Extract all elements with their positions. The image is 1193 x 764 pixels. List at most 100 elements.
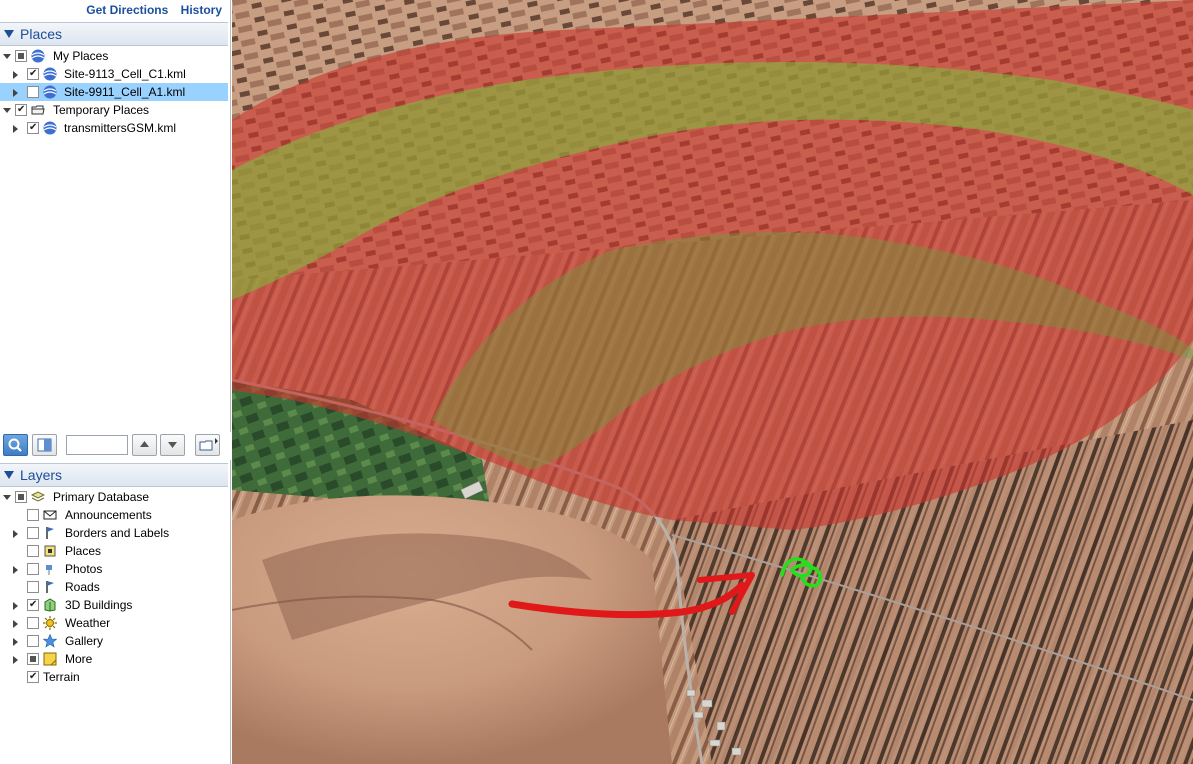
database-icon	[31, 491, 45, 502]
kml-layer-icon	[43, 67, 57, 81]
expand-arrow-icon[interactable]	[13, 89, 18, 97]
more-checkbox[interactable]	[27, 653, 39, 665]
layers-panel-header[interactable]: Layers	[0, 463, 228, 487]
folder-menu-button[interactable]	[195, 434, 220, 456]
layer-announcements[interactable]: Announcements	[0, 506, 228, 524]
expand-arrow-icon[interactable]	[13, 566, 18, 574]
sidebar: Get Directions History Places My Places	[0, 0, 231, 764]
building-icon	[44, 598, 56, 612]
places-layer-checkbox[interactable]	[27, 545, 39, 557]
tree-item-label: My Places	[53, 49, 109, 63]
expand-arrow-icon[interactable]	[13, 125, 18, 133]
layer-label: Terrain	[43, 670, 80, 684]
layer-roads[interactable]: Roads	[0, 578, 228, 596]
announcements-checkbox[interactable]	[27, 509, 39, 521]
google-earth-window: Get Directions History Places My Places	[0, 0, 1193, 764]
roads-checkbox[interactable]	[27, 581, 39, 593]
arrow-down-icon	[168, 442, 177, 448]
envelope-icon	[43, 510, 57, 520]
more-icon	[43, 652, 57, 666]
site-9113-checkbox[interactable]	[27, 66, 39, 82]
places-tree: My Places Site-9113_Cell_C1.kml Site-991…	[0, 47, 228, 137]
site-9911-checkbox[interactable]	[27, 86, 39, 98]
search-places-button[interactable]	[3, 434, 28, 456]
layers-tree: Primary Database Announcements Borders a…	[0, 488, 228, 686]
toggle-panel-button[interactable]	[32, 434, 57, 456]
flag-icon	[46, 527, 54, 539]
folder-icon	[31, 105, 45, 115]
layer-places[interactable]: Places	[0, 542, 228, 560]
sun-icon	[43, 616, 57, 630]
magnifier-icon	[8, 438, 22, 452]
expand-arrow-icon[interactable]	[13, 71, 18, 79]
layer-label: Primary Database	[53, 490, 150, 504]
weather-checkbox[interactable]	[27, 617, 39, 629]
places-header-label: Places	[20, 26, 63, 42]
tree-item-label: Site-9113_Cell_C1.kml	[64, 67, 186, 81]
expand-arrow-icon[interactable]	[13, 656, 18, 664]
get-directions-link[interactable]: Get Directions	[86, 3, 168, 17]
tree-item-transmitters-gsm[interactable]: transmittersGSM.kml	[0, 119, 228, 137]
layer-terrain[interactable]: Terrain	[0, 668, 228, 686]
move-down-button[interactable]	[160, 434, 185, 456]
layer-gallery[interactable]: Gallery	[0, 632, 228, 650]
layers-header-label: Layers	[20, 467, 63, 483]
kml-layer-icon	[43, 85, 57, 99]
transmitters-checkbox[interactable]	[27, 120, 39, 136]
terrain-checkbox[interactable]	[27, 669, 39, 685]
photo-icon	[46, 565, 52, 575]
layer-label: Roads	[65, 580, 100, 594]
places-icon	[44, 545, 56, 557]
layer-label: Weather	[65, 616, 111, 630]
tree-item-site-9911[interactable]: Site-9911_Cell_A1.kml	[0, 83, 228, 101]
tree-item-label: Temporary Places	[53, 103, 150, 117]
tree-item-my-places[interactable]: My Places	[0, 47, 228, 65]
expand-arrow-icon[interactable]	[13, 620, 18, 628]
collapse-triangle-icon[interactable]	[4, 471, 14, 479]
gallery-checkbox[interactable]	[27, 635, 39, 647]
places-search-input[interactable]	[66, 435, 128, 455]
layer-3d-buildings[interactable]: 3D Buildings	[0, 596, 228, 614]
tree-item-site-9113[interactable]: Site-9113_Cell_C1.kml	[0, 65, 228, 83]
layer-photos[interactable]: Photos	[0, 560, 228, 578]
photos-checkbox[interactable]	[27, 563, 39, 575]
move-up-button[interactable]	[132, 434, 157, 456]
primary-database-checkbox[interactable]	[15, 491, 27, 503]
temporary-places-checkbox[interactable]	[15, 102, 27, 118]
arrow-up-icon	[140, 441, 149, 447]
map-canvas[interactable]	[232, 0, 1193, 764]
layer-label: Gallery	[65, 634, 104, 648]
tree-item-label: transmittersGSM.kml	[64, 121, 177, 135]
star-icon	[43, 634, 57, 648]
kml-layer-icon	[31, 49, 45, 63]
expand-arrow-icon[interactable]	[3, 108, 11, 113]
layer-label: Announcements	[65, 508, 152, 522]
folder-icon	[199, 438, 218, 451]
layer-borders-and-labels[interactable]: Borders and Labels	[0, 524, 228, 542]
borders-labels-checkbox[interactable]	[27, 527, 39, 539]
expand-arrow-icon[interactable]	[13, 638, 18, 646]
top-links: Get Directions History	[0, 0, 231, 20]
layer-primary-database[interactable]: Primary Database	[0, 488, 228, 506]
expand-arrow-icon[interactable]	[3, 54, 11, 59]
expand-arrow-icon[interactable]	[13, 602, 18, 610]
earth-3d-view[interactable]	[232, 0, 1193, 764]
places-toolbar	[0, 432, 231, 460]
places-panel-header[interactable]: Places	[0, 22, 228, 46]
layer-weather[interactable]: Weather	[0, 614, 228, 632]
layer-label: More	[65, 652, 93, 666]
expand-arrow-icon[interactable]	[3, 495, 11, 500]
collapse-triangle-icon[interactable]	[4, 30, 14, 38]
panel-icon	[37, 438, 52, 452]
layer-more[interactable]: More	[0, 650, 228, 668]
layer-label: Photos	[65, 562, 103, 576]
3d-buildings-checkbox[interactable]	[27, 597, 39, 613]
road-icon	[46, 581, 54, 593]
layer-label: Places	[65, 544, 102, 558]
my-places-checkbox[interactable]	[15, 50, 27, 62]
tree-item-label: Site-9911_Cell_A1.kml	[64, 85, 186, 99]
expand-arrow-icon[interactable]	[13, 530, 18, 538]
tree-item-temporary-places[interactable]: Temporary Places	[0, 101, 228, 119]
layer-label: Borders and Labels	[65, 526, 170, 540]
history-link[interactable]: History	[181, 3, 222, 17]
